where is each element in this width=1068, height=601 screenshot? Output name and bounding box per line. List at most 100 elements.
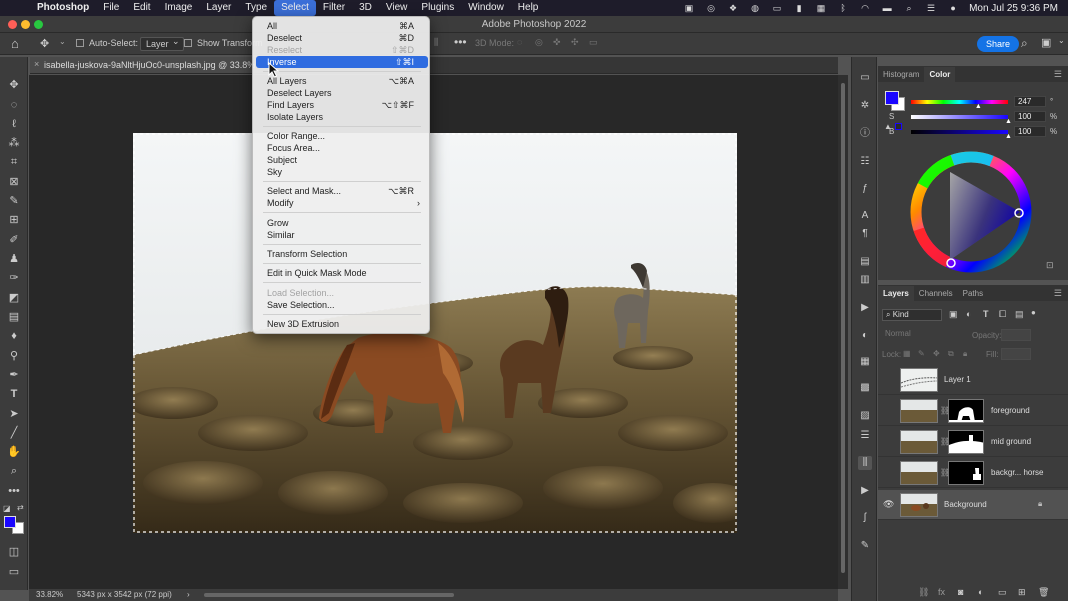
frame-icon[interactable]: ⊠ (6, 174, 22, 190)
menu-window[interactable]: Window (461, 0, 511, 16)
workspace-icon[interactable]: ▣ (1041, 36, 1051, 49)
layer-name[interactable]: mid ground (991, 437, 1031, 446)
crop-icon[interactable]: ⌗ (6, 154, 22, 170)
menu-item-all[interactable]: All ⌘A (256, 20, 428, 32)
gradients-icon[interactable]: ▨ (858, 409, 872, 423)
menu-item-quick-mask[interactable]: Edit in Quick Mask Mode (256, 267, 428, 279)
menu-edit[interactable]: Edit (126, 0, 157, 16)
layer-row[interactable]: 👁︎ Background 🔒︎ (878, 490, 1068, 520)
hue-slider[interactable] (911, 100, 1008, 104)
more-tools-icon[interactable]: ••• (6, 483, 22, 499)
record-icon[interactable]: ▣ (683, 3, 695, 13)
dropbox-icon[interactable]: ❖ (727, 3, 739, 13)
layer-row[interactable]: Layer 1 (878, 365, 1068, 395)
preset-chevron-icon[interactable]: ⌄ (59, 37, 66, 46)
menu-filter[interactable]: Filter (316, 0, 352, 16)
hue-value[interactable]: 247 (1014, 96, 1046, 107)
fill-field[interactable] (1001, 348, 1031, 360)
battery-icon[interactable]: ▬ (881, 3, 893, 13)
web-safe-icon[interactable] (895, 123, 902, 130)
menu-item-save-selection[interactable]: Save Selection... (256, 299, 428, 311)
layer-row[interactable]: ⛓︎ mid ground (878, 427, 1068, 457)
menu-item-subject[interactable]: Subject (256, 154, 428, 166)
type-icon[interactable]: T (6, 386, 22, 402)
home-icon[interactable]: ⌂ (11, 36, 19, 51)
dodge-icon[interactable]: ⚲ (6, 348, 22, 364)
auto-select-dropdown[interactable]: Layer (140, 36, 184, 51)
add-mask-icon[interactable]: ◙ (958, 587, 963, 597)
menu-item-deselect-layers[interactable]: Deselect Layers (256, 87, 428, 99)
bookmark-icon[interactable]: ▮ (793, 3, 805, 13)
menu-item-sky[interactable]: Sky (256, 166, 428, 178)
menu-item-select-and-mask[interactable]: Select and Mask... ⌥⌘R (256, 185, 428, 197)
menu-plugins[interactable]: Plugins (414, 0, 461, 16)
character-icon[interactable]: A (858, 209, 872, 223)
comments-icon[interactable]: ▭ (858, 71, 872, 85)
swap-colors-icon[interactable]: ⇄ (17, 503, 24, 512)
layer-name[interactable]: foreground (991, 406, 1030, 415)
move-icon[interactable]: ✥ (6, 77, 22, 93)
tab-paths[interactable]: Paths (958, 286, 988, 301)
tab-layers[interactable]: Layers (878, 286, 914, 301)
lasso-icon[interactable]: ℓ (6, 116, 22, 132)
screen-icon[interactable]: ▭ (771, 3, 783, 13)
tab-color[interactable]: Color (924, 67, 956, 82)
share-button[interactable]: Share (977, 36, 1020, 52)
properties-icon[interactable]: ☷ (858, 155, 872, 169)
status-arrow-icon[interactable]: › (187, 590, 190, 599)
close-tab-icon[interactable]: × (34, 59, 39, 69)
horizontal-scrollbar[interactable] (204, 593, 454, 597)
brush-icon[interactable]: ✐ (6, 232, 22, 248)
swatches-icon[interactable]: ▦ (858, 355, 872, 369)
layer-style-icon[interactable]: fx (938, 587, 945, 597)
menu-image[interactable]: Image (158, 0, 200, 16)
adjustment-layer-icon[interactable]: ◐ (978, 587, 983, 597)
layer-mask-thumbnail[interactable] (948, 461, 984, 485)
brightness-slider[interactable] (911, 130, 1008, 134)
filter-toggle-icon[interactable]: ● (1031, 308, 1036, 317)
menu-item-color-range[interactable]: Color Range... (256, 130, 428, 142)
marquee-icon[interactable]: ◌ (6, 97, 22, 113)
blur-icon[interactable]: ♦ (6, 328, 22, 344)
lock-pixels-icon[interactable]: ✎ (918, 349, 925, 358)
menu-item-focus-area[interactable]: Focus Area... (256, 142, 428, 154)
menu-item-transform-selection[interactable]: Transform Selection (256, 248, 428, 260)
layer-name[interactable]: backgr... horse (991, 468, 1043, 477)
layer-row[interactable]: ⛓︎ foreground (878, 396, 1068, 426)
filter-shape-icon[interactable]: ⧠ (999, 309, 1006, 320)
screen-mode-icon[interactable]: ▭ (6, 564, 22, 580)
line-icon[interactable]: ╱ (6, 425, 22, 441)
search-icon[interactable]: ⌕ (903, 3, 915, 13)
filter-type-icon[interactable]: T (983, 309, 989, 319)
search-icon[interactable]: ⌕ (1021, 36, 1028, 51)
align-icon[interactable]: ⫼ (434, 37, 438, 48)
layer-mask-thumbnail[interactable] (948, 399, 984, 423)
stamp-icon[interactable]: ♟ (6, 251, 22, 267)
menu-app-name[interactable]: Photoshop (30, 0, 96, 16)
styles-icon[interactable]: ◐ (858, 329, 872, 343)
link-layers-icon[interactable]: ⛓︎ (918, 587, 929, 598)
document-tab[interactable]: × isabella-juskova-9aNltHjuOc0-unsplash.… (30, 57, 270, 74)
document-image[interactable] (133, 133, 737, 533)
saturation-slider-thumb[interactable]: ▲ (1005, 118, 1012, 125)
hue-slider-thumb[interactable]: ▲ (975, 103, 982, 110)
menu-item-find-layers[interactable]: Find Layers ⌥⇧⌘F (256, 99, 428, 111)
magic-wand-icon[interactable]: ⁂ (6, 135, 22, 151)
paragraph-icon[interactable]: ¶ (858, 227, 872, 241)
eraser-icon[interactable]: ◩ (6, 290, 22, 306)
brush-settings-icon[interactable]: ✎ (858, 539, 872, 553)
hand-icon[interactable]: ✋ (6, 444, 22, 460)
layers-panel-menu-icon[interactable]: ☰ (1054, 288, 1062, 299)
menu-item-isolate-layers[interactable]: Isolate Layers (256, 111, 428, 123)
wifi-icon[interactable]: ◠ (859, 3, 871, 13)
opacity-field[interactable] (1001, 329, 1031, 341)
menu-item-deselect[interactable]: Deselect ⌘D (256, 32, 428, 44)
menu-item-all-layers[interactable]: All Layers ⌥⌘A (256, 75, 428, 87)
blend-mode-dropdown[interactable]: Normal (882, 329, 970, 341)
menu-type[interactable]: Type (238, 0, 274, 16)
brightness-value[interactable]: 100 (1014, 126, 1046, 137)
eyedropper-icon[interactable]: ✎ (6, 193, 22, 209)
3d-roll-icon[interactable]: ◎ (535, 37, 543, 48)
lock-all-icon[interactable]: 🔒︎ (963, 349, 967, 359)
creative-cloud-icon[interactable]: ◎ (705, 3, 717, 13)
